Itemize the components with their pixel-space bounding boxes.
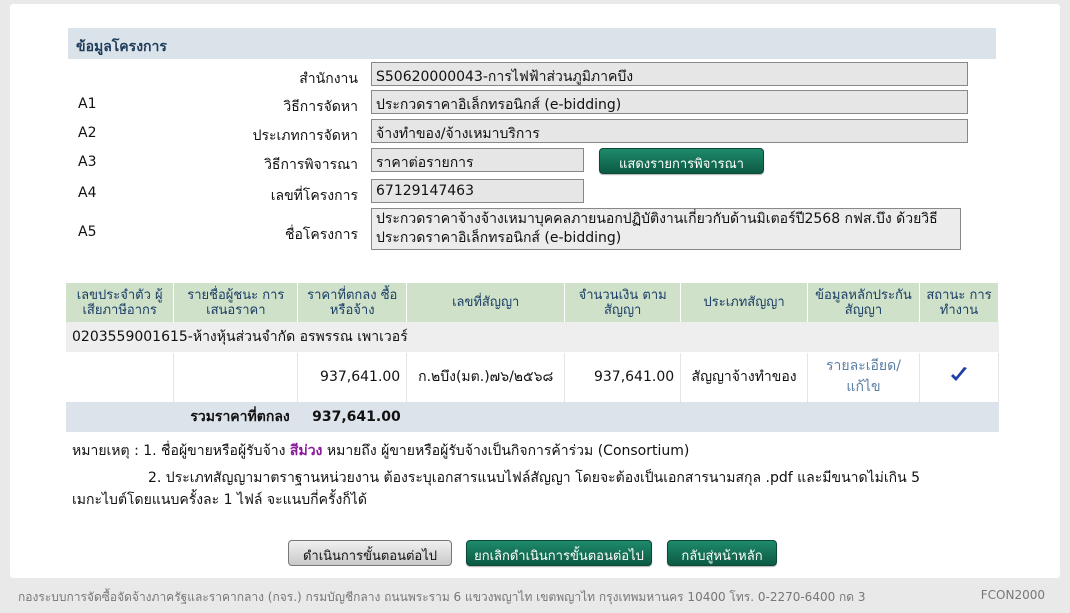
total-value: 937,641.00 [297, 402, 407, 432]
note-line-3: เมกะไบต์โดยแนบครั้งละ 1 ไฟล์ จะแนบกี่ครั… [72, 492, 367, 508]
vendor-label: 0203559001615-ห้างหุ้นส่วนจำกัด อรพรรณ เ… [66, 322, 999, 353]
total-filler [406, 402, 999, 432]
procurement-method-field[interactable]: ประกวดราคาอิเล็กทรอนิกส์ (e-bidding) [371, 90, 968, 114]
section-title: ข้อมูลโครงการ [68, 28, 996, 59]
field-label: เลขที่โครงการ [270, 188, 358, 204]
contract-table: เลขประจำตัว ผู้เสียภาษีอากร รายชื่อผู้ชน… [66, 283, 1000, 432]
note-suffix: หมายถึง ผู้ขายหรือผู้รับจ้างเป็นกิจการค้… [326, 443, 690, 459]
cancel-next-step-button[interactable]: ยกเลิกดำเนินการขั้นตอนต่อไป [466, 540, 652, 566]
field-row-project-number: A4 เลขที่โครงการ 67129147463 [0, 179, 1070, 207]
field-row-procurement-type: A2 ประเภทการจัดหา จ้างทำของ/จ้างเหมาบริก… [0, 119, 1070, 147]
vendor-group-row: 0203559001615-ห้างหุ้นส่วนจำกัด อรพรรณ เ… [66, 322, 999, 353]
field-code: A1 [78, 96, 97, 112]
column-header: เลขที่สัญญา [406, 283, 566, 322]
column-header: ราคาที่ตกลง ซื้อหรือจ้าง [297, 283, 408, 322]
show-items-button[interactable]: แสดงรายการพิจารณา [599, 148, 764, 174]
tax-id-cell [66, 352, 175, 402]
column-header: ประเภทสัญญา [680, 283, 809, 322]
back-home-button[interactable]: กลับสู่หน้าหลัก [667, 540, 777, 566]
field-row-office: สำนักงาน S50620000043-การไฟฟ้าส่วนภูมิภา… [0, 62, 1070, 90]
footer-address: กองระบบการจัดซื้อจัดจ้างภาครัฐและราคากลา… [18, 590, 866, 604]
field-label: สำนักงาน [299, 71, 358, 87]
column-header: ข้อมูลหลักประกัน สัญญา [807, 283, 920, 322]
office-field[interactable]: S50620000043-การไฟฟ้าส่วนภูมิภาคบึง [371, 62, 968, 86]
field-code: A5 [78, 224, 97, 240]
field-label: วิธีการจัดหา [283, 99, 358, 115]
field-code: A2 [78, 125, 97, 141]
field-code: A3 [78, 154, 97, 170]
agreed-price-cell: 937,641.00 [297, 352, 408, 402]
note-prefix: หมายเหตุ : 1. ชื่อผู้ขายหรือผู้รับจ้าง [72, 443, 286, 459]
note-line-2: 2. ประเภทสัญญามาตราฐานหน่วยงาน ต้องระบุเ… [148, 470, 921, 486]
column-header: เลขประจำตัว ผู้เสียภาษีอากร [66, 283, 175, 322]
project-name-textarea[interactable]: ประกวดราคาจ้างจ้างเหมาบุคคลภายนอกปฏิบัติ… [371, 208, 961, 250]
guarantee-cell: รายละเอียด/ แก้ไข [807, 352, 920, 402]
total-label: รวมราคาที่ตกลง [66, 402, 298, 432]
field-row-project-name: A5 ชื่อโครงการ ประกวดราคาจ้างจ้างเหมาบุค… [0, 208, 1070, 252]
project-number-field[interactable]: 67129147463 [371, 179, 584, 203]
evaluation-method-field[interactable]: ราคาต่อรายการ [371, 148, 584, 172]
footer: กองระบบการจัดซื้อจัดจ้างภาครัฐและราคากลา… [0, 580, 1070, 613]
status-cell [919, 352, 1000, 402]
table-row: 937,641.00 ก.๒บึง(มต.)๗๖/๒๕๖๘ 937,641.00… [66, 352, 1000, 402]
winner-cell [173, 352, 299, 402]
contract-type-cell: สัญญาจ้างทำของ [680, 352, 809, 402]
total-row: รวมราคาที่ตกลง 937,641.00 [66, 402, 999, 432]
field-row-evaluation-method: A3 วิธีการพิจารณา ราคาต่อรายการ [0, 148, 1070, 176]
footer-code: FCON2000 [980, 588, 1045, 602]
field-label: ชื่อโครงการ [284, 227, 358, 243]
field-label: วิธีการพิจารณา [264, 157, 358, 173]
note-line-1: หมายเหตุ : 1. ชื่อผู้ขายหรือผู้รับจ้าง ส… [72, 440, 689, 462]
field-label: ประเภทการจัดหา [252, 128, 358, 144]
field-row-procurement-method: A1 วิธีการจัดหา ประกวดราคาอิเล็กทรอนิกส์… [0, 90, 1070, 118]
field-code: A4 [78, 185, 97, 201]
contract-amount-cell: 937,641.00 [564, 352, 682, 402]
note-purple-text: สีม่วง [289, 443, 323, 459]
checkmark-icon[interactable] [949, 367, 969, 388]
procurement-type-field[interactable]: จ้างทำของ/จ้างเหมาบริการ [371, 119, 968, 143]
column-header: จำนวนเงิน ตามสัญญา [564, 283, 682, 322]
column-header: รายชื่อผู้ชนะ การเสนอราคา [173, 283, 299, 322]
guarantee-detail-link[interactable]: รายละเอียด/ แก้ไข [820, 356, 906, 398]
table-header-row: เลขประจำตัว ผู้เสียภาษีอากร รายชื่อผู้ชน… [66, 283, 1000, 322]
column-header: สถานะ การทำงาน [919, 283, 1000, 322]
next-step-button[interactable]: ดำเนินการขั้นตอนต่อไป [288, 540, 452, 566]
contract-number-cell: ก.๒บึง(มต.)๗๖/๒๕๖๘ [406, 352, 566, 402]
